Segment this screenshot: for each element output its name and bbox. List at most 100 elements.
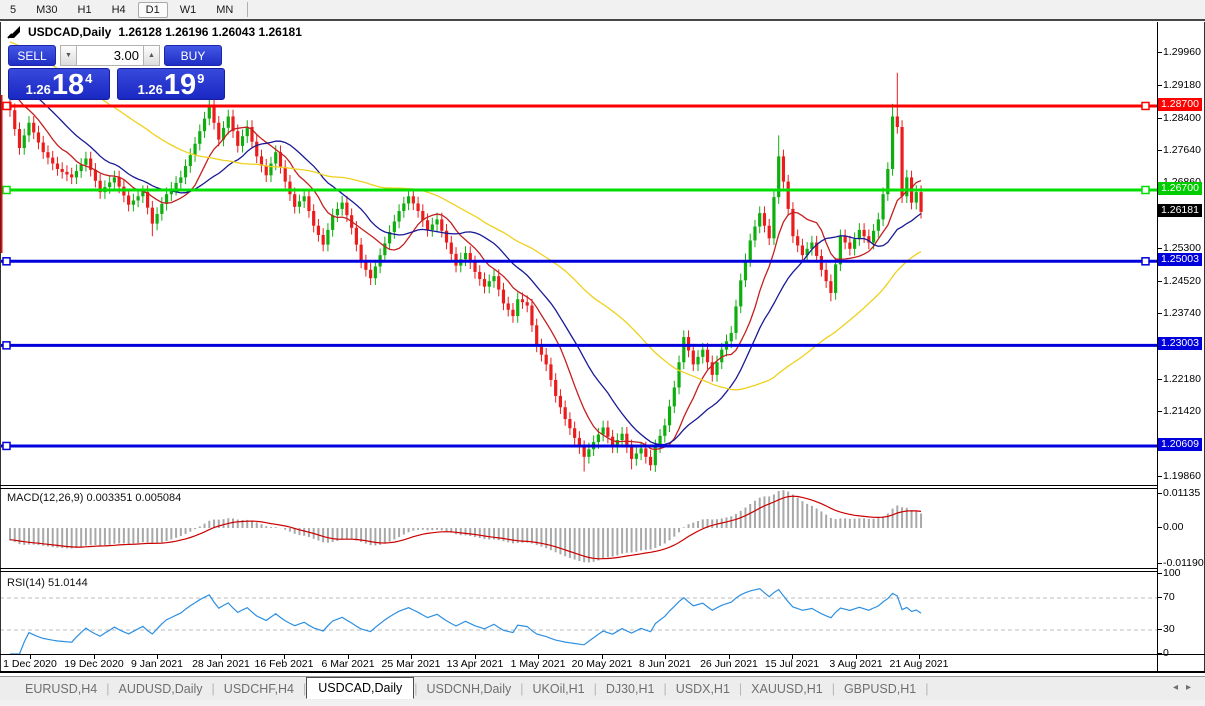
rsi-axis-tick: 30 (1163, 623, 1175, 635)
tab-scroll-right-icon[interactable]: ▸ (1186, 682, 1199, 693)
period-button-h1[interactable]: H1 (70, 2, 100, 18)
chart-symbol-period: USDCAD,Daily (28, 25, 111, 39)
date-axis-tickmark (919, 655, 920, 659)
macd-indicator-label: MACD(12,26,9) 0.003351 0.005084 (7, 492, 181, 504)
tab-ukoil-h1[interactable]: UKOil,H1 (523, 680, 593, 698)
date-axis-tickmark (221, 655, 222, 659)
tab-gbpusd-h1[interactable]: GBPUSD,H1 (835, 680, 925, 698)
main-macd-splitter-2 (0, 488, 1157, 489)
one-click-trading-icon[interactable] (7, 25, 21, 39)
sell-price-prefix: 1.26 (26, 82, 51, 97)
status-strip (0, 700, 1205, 706)
toolbar-group-separator (247, 2, 248, 17)
tab-usdx-h1[interactable]: USDX,H1 (667, 680, 739, 698)
tab-scroll-arrows: ◂▸ (1173, 682, 1199, 693)
buy-price-prefix: 1.26 (138, 82, 163, 97)
date-axis-label: 15 Jul 2021 (765, 658, 819, 670)
price-axis-tick: 1.29180 (1163, 79, 1201, 91)
price-axis-tick: 1.27640 (1163, 144, 1201, 156)
rsi-indicator-label: RSI(14) 51.0144 (7, 577, 88, 589)
one-click-trade-panel: SELL ▼ ▲ BUY 1.26 18 4 1.26 19 9 (8, 45, 226, 100)
macd-axis-tick: 0.01135 (1163, 487, 1200, 499)
date-axis-label: 13 Apr 2021 (447, 658, 504, 670)
period-button-w1[interactable]: W1 (172, 2, 205, 18)
date-axis-tickmark (538, 655, 539, 659)
timeframe-toolbar: 5M30 H1H4D1W1MN (0, 0, 1205, 19)
buy-button[interactable]: BUY (164, 45, 222, 66)
volume-decrease-button[interactable]: ▼ (60, 45, 77, 66)
price-axis-badge: 1.26700 (1158, 182, 1202, 195)
sell-price-big: 18 (52, 71, 84, 99)
date-axis-label: 1 May 2021 (511, 658, 566, 670)
tab-audusd-daily[interactable]: AUDUSD,Daily (110, 680, 212, 698)
sell-price-box[interactable]: 1.26 18 4 (8, 68, 110, 100)
sell-price-pipette: 4 (85, 71, 92, 86)
date-axis-tickmark (94, 655, 95, 659)
date-axis-tickmark (856, 655, 857, 659)
toolbar-separator (0, 19, 1205, 21)
price-axis-tick: 1.22180 (1163, 373, 1201, 385)
date-axis-label: 20 May 2021 (572, 658, 633, 670)
window-bottom-border (0, 671, 1205, 673)
terminal-window: 5M30 H1H4D1W1MN USDCAD,Daily 1.26128 1.26… (0, 0, 1205, 706)
date-axis-label: 28 Jan 2021 (192, 658, 250, 670)
window-left-border (0, 22, 1, 672)
price-axis-tick: 1.19860 (1163, 470, 1201, 482)
date-axis-label: 6 Mar 2021 (321, 658, 374, 670)
date-axis-tickmark (475, 655, 476, 659)
sell-button[interactable]: SELL (8, 45, 56, 66)
tab-dj30-h1[interactable]: DJ30,H1 (597, 680, 664, 698)
macd-axis-tick: 0.00 (1163, 521, 1183, 533)
price-axis-tick: 1.23740 (1163, 307, 1201, 319)
date-axis-label: 21 Aug 2021 (890, 658, 949, 670)
buy-price-pipette: 9 (197, 71, 204, 86)
price-axis-tick: 1.24520 (1163, 275, 1201, 287)
chart-title-row: USDCAD,Daily 1.26128 1.26196 1.26043 1.2… (7, 25, 302, 39)
symbol-tab-bar: EURUSD,H4|AUDUSD,Daily|USDCHF,H4|USDCAD,… (0, 676, 1205, 700)
date-axis-label: 3 Aug 2021 (829, 658, 882, 670)
date-axis-label: 1 Dec 2020 (3, 658, 57, 670)
price-axis-tick: 1.28400 (1163, 112, 1201, 124)
main-macd-splitter[interactable] (0, 485, 1157, 486)
volume-increase-button[interactable]: ▲ (143, 45, 160, 66)
price-axis-badge: 1.26181 (1158, 204, 1202, 217)
date-axis-label: 25 Mar 2021 (382, 658, 441, 670)
rsi-axis-tick: 0 (1163, 647, 1169, 659)
date-axis-tickmark (665, 655, 666, 659)
date-axis-tickmark (729, 655, 730, 659)
price-axis-tick: 1.25300 (1163, 242, 1201, 254)
date-axis-tickmark (411, 655, 412, 659)
period-button-d1[interactable]: D1 (138, 2, 168, 18)
date-axis-tickmark (792, 655, 793, 659)
tab-usdchf-h4[interactable]: USDCHF,H4 (215, 680, 303, 698)
tab-separator: | (925, 682, 928, 696)
chart-ohlc-values: 1.26128 1.26196 1.26043 1.26181 (118, 25, 302, 39)
date-axis-label: 16 Feb 2021 (255, 658, 314, 670)
rsi-axis-tick: 70 (1163, 591, 1175, 603)
price-axis-tick: 1.21420 (1163, 405, 1201, 417)
date-axis-label: 9 Jan 2021 (131, 658, 183, 670)
date-axis-tickmark (284, 655, 285, 659)
price-axis-badge: 1.23003 (1158, 337, 1202, 350)
rsi-axis-tick: 100 (1163, 567, 1181, 579)
tab-usdcad-daily[interactable]: USDCAD,Daily (306, 677, 414, 699)
volume-input[interactable] (77, 45, 143, 66)
buy-price-box[interactable]: 1.26 19 9 (117, 68, 225, 100)
price-axis-badge: 1.25003 (1158, 253, 1202, 266)
date-axis-label: 26 Jun 2021 (700, 658, 758, 670)
date-axis-tickmark (30, 655, 31, 659)
period-button-h4[interactable]: H4 (104, 2, 134, 18)
period-button-m30[interactable]: M30 (28, 2, 65, 18)
date-axis-tickmark (157, 655, 158, 659)
rsi-panel-chart[interactable] (0, 574, 1157, 654)
period-button-5[interactable]: 5 (2, 2, 24, 18)
tab-scroll-left-icon[interactable]: ◂ (1173, 682, 1186, 693)
tab-eurusd-h4[interactable]: EURUSD,H4 (16, 680, 106, 698)
macd-rsi-splitter[interactable] (0, 568, 1157, 569)
period-button-mn[interactable]: MN (208, 2, 241, 18)
tab-xauusd-h1[interactable]: XAUUSD,H1 (742, 680, 832, 698)
price-axis-badge: 1.20609 (1158, 438, 1202, 451)
tab-usdcnh-daily[interactable]: USDCNH,Daily (418, 680, 521, 698)
price-axis-tick: 1.29960 (1163, 46, 1201, 58)
date-axis-label: 8 Jun 2021 (639, 658, 691, 670)
